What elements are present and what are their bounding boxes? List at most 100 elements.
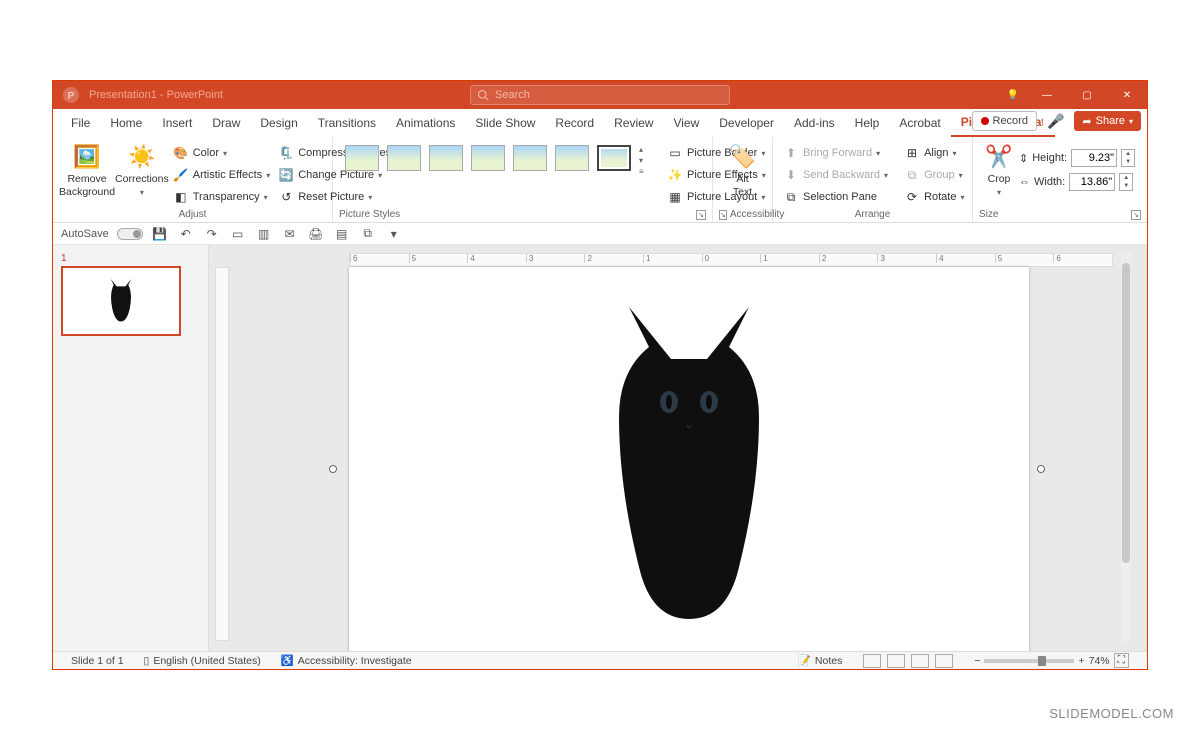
tab-developer[interactable]: Developer bbox=[709, 111, 784, 136]
group-label-size: Size bbox=[979, 209, 998, 220]
autosave-toggle[interactable] bbox=[117, 228, 143, 240]
qat-more-button[interactable]: ▾ bbox=[385, 225, 403, 243]
cat-image bbox=[579, 307, 799, 627]
selection-pane-button[interactable]: ⧉Selection Pane bbox=[779, 187, 892, 207]
app-icon: P bbox=[61, 85, 81, 105]
zoom-slider[interactable] bbox=[984, 659, 1074, 663]
picture-style-2[interactable] bbox=[387, 145, 421, 171]
reading-view-button[interactable] bbox=[911, 654, 929, 668]
sorter-view-button[interactable] bbox=[887, 654, 905, 668]
alt-text-button[interactable]: 🏷️Alt Text bbox=[719, 139, 766, 198]
width-spinner[interactable]: ▲▼ bbox=[1119, 173, 1133, 191]
status-accessibility[interactable]: ♿Accessibility: Investigate bbox=[271, 654, 422, 667]
bring-forward-button[interactable]: ⬆Bring Forward bbox=[779, 143, 892, 163]
crop-button[interactable]: ✂️Crop▾ bbox=[979, 139, 1019, 197]
accessibility-launcher[interactable]: ↘ bbox=[719, 210, 727, 220]
close-button[interactable]: ✕ bbox=[1107, 81, 1147, 109]
height-spinner[interactable]: ▲▼ bbox=[1121, 149, 1135, 167]
group-label-arrange: Arrange bbox=[779, 209, 966, 222]
width-input[interactable] bbox=[1069, 173, 1115, 191]
qat-btn-4[interactable]: 🖨 bbox=[307, 225, 325, 243]
tab-design[interactable]: Design bbox=[250, 111, 307, 136]
selected-picture[interactable] bbox=[579, 307, 799, 627]
qat-btn-3[interactable]: ✉ bbox=[281, 225, 299, 243]
tab-help[interactable]: Help bbox=[845, 111, 890, 136]
mic-button[interactable]: 🎤 bbox=[1043, 111, 1068, 131]
coming-soon-icon[interactable]: 💡 bbox=[999, 81, 1027, 109]
vertical-ruler bbox=[215, 267, 229, 641]
fit-to-window-button[interactable]: ⛶ bbox=[1114, 653, 1129, 668]
notes-button[interactable]: 📝Notes bbox=[788, 654, 853, 667]
qat-btn-5[interactable]: ▤ bbox=[333, 225, 351, 243]
alt-text-icon: 🏷️ bbox=[729, 143, 757, 171]
vertical-scrollbar[interactable] bbox=[1121, 253, 1131, 641]
thumbnail-pane[interactable]: 1 bbox=[53, 245, 209, 651]
selection-handle-right[interactable] bbox=[1037, 465, 1045, 473]
tab-review[interactable]: Review bbox=[604, 111, 663, 136]
remove-background-button[interactable]: 🖼️Remove Background bbox=[59, 139, 115, 198]
reset-pic-icon: ↺ bbox=[278, 189, 294, 205]
picture-style-3[interactable] bbox=[429, 145, 463, 171]
tab-insert[interactable]: Insert bbox=[152, 111, 202, 136]
align-icon: ⊞ bbox=[904, 145, 920, 161]
picture-styles-launcher[interactable]: ↘ bbox=[696, 210, 706, 220]
svg-text:P: P bbox=[68, 91, 75, 102]
view-buttons bbox=[852, 654, 964, 668]
slideshow-view-button[interactable] bbox=[935, 654, 953, 668]
size-launcher[interactable]: ↘ bbox=[1131, 210, 1141, 220]
tab-transitions[interactable]: Transitions bbox=[308, 111, 386, 136]
tab-file[interactable]: File bbox=[61, 111, 100, 136]
group-label-adjust: Adjust bbox=[59, 209, 326, 222]
tab-view[interactable]: View bbox=[663, 111, 709, 136]
picture-style-5[interactable] bbox=[513, 145, 547, 171]
rotate-button[interactable]: ⟳Rotate bbox=[900, 187, 968, 207]
width-label: Width: bbox=[1034, 176, 1065, 188]
zoom-out-button[interactable]: − bbox=[974, 655, 980, 667]
save-button[interactable]: 💾 bbox=[151, 225, 169, 243]
qat-btn-6[interactable]: ⧉ bbox=[359, 225, 377, 243]
slide-thumbnail-1[interactable] bbox=[61, 266, 181, 336]
selection-handle-left[interactable] bbox=[329, 465, 337, 473]
status-language[interactable]: ▯English (United States) bbox=[134, 655, 271, 667]
search-input[interactable]: Search bbox=[470, 85, 730, 105]
undo-button[interactable]: ↶ bbox=[177, 225, 195, 243]
autosave-label: AutoSave bbox=[61, 228, 109, 240]
tab-addins[interactable]: Add-ins bbox=[784, 111, 845, 136]
tab-animations[interactable]: Animations bbox=[386, 111, 465, 136]
minimize-button[interactable]: — bbox=[1027, 81, 1067, 109]
color-button[interactable]: 🎨Color bbox=[169, 143, 275, 163]
qat-btn-2[interactable]: ▥ bbox=[255, 225, 273, 243]
height-input[interactable] bbox=[1071, 149, 1117, 167]
picture-style-4[interactable] bbox=[471, 145, 505, 171]
canvas-pane: 6543210123456 bbox=[209, 245, 1133, 651]
gallery-more-button[interactable]: ▴▾≡ bbox=[639, 145, 651, 176]
slide-canvas[interactable] bbox=[349, 267, 1029, 667]
normal-view-button[interactable] bbox=[863, 654, 881, 668]
transparency-button[interactable]: ◧Transparency bbox=[169, 187, 275, 207]
tab-record[interactable]: Record bbox=[545, 111, 604, 136]
bring-forward-icon: ⬆ bbox=[783, 145, 799, 161]
maximize-button[interactable]: ▢ bbox=[1067, 81, 1107, 109]
align-button[interactable]: ⊞Align bbox=[900, 143, 968, 163]
picture-style-7[interactable] bbox=[597, 145, 631, 171]
qat-btn-1[interactable]: ▭ bbox=[229, 225, 247, 243]
corrections-button[interactable]: ☀️Corrections▾ bbox=[115, 139, 169, 197]
tab-slideshow[interactable]: Slide Show bbox=[465, 111, 545, 136]
picture-style-6[interactable] bbox=[555, 145, 589, 171]
scrollbar-thumb[interactable] bbox=[1122, 263, 1130, 563]
redo-button[interactable]: ↷ bbox=[203, 225, 221, 243]
zoom-level[interactable]: 74% bbox=[1089, 655, 1110, 667]
picture-style-1[interactable] bbox=[345, 145, 379, 171]
send-backward-icon: ⬇ bbox=[783, 167, 799, 183]
tab-acrobat[interactable]: Acrobat bbox=[889, 111, 950, 136]
artistic-effects-button[interactable]: 🖌️Artistic Effects bbox=[169, 165, 275, 185]
tab-draw[interactable]: Draw bbox=[202, 111, 250, 136]
picture-styles-gallery[interactable]: ▴▾≡ bbox=[339, 139, 657, 176]
group-button[interactable]: ⧉Group bbox=[900, 165, 968, 185]
share-button[interactable]: ➦Share▾ bbox=[1074, 111, 1141, 131]
send-backward-button[interactable]: ⬇Send Backward bbox=[779, 165, 892, 185]
zoom-in-button[interactable]: + bbox=[1078, 655, 1084, 667]
record-button[interactable]: Record bbox=[972, 111, 1037, 131]
status-slide[interactable]: Slide 1 of 1 bbox=[61, 655, 134, 667]
tab-home[interactable]: Home bbox=[100, 111, 152, 136]
